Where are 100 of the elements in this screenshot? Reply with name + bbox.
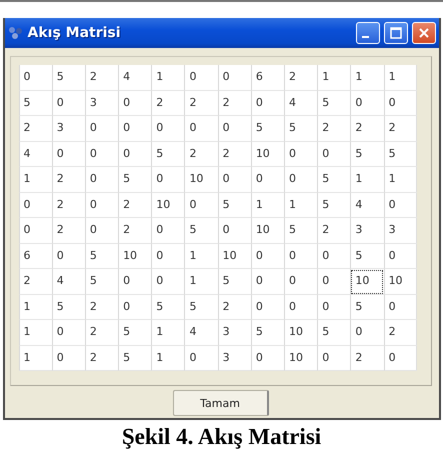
grid-cell[interactable]: 10 (250, 142, 284, 167)
grid-cell[interactable]: 0 (151, 167, 184, 192)
grid-cell[interactable]: 2 (84, 346, 118, 371)
ok-button[interactable]: Tamam (172, 390, 268, 416)
grid-cell[interactable]: 0 (284, 167, 318, 192)
grid-cell[interactable]: 5 (317, 167, 350, 192)
grid-cell[interactable]: 1 (284, 192, 318, 218)
grid-cell[interactable]: 10 (184, 167, 218, 192)
grid-cell[interactable]: 5 (250, 116, 284, 142)
grid-cell[interactable]: 2 (184, 142, 218, 167)
grid-cell[interactable]: 5 (317, 90, 350, 116)
grid-cell[interactable]: 0 (118, 90, 152, 116)
grid-cell[interactable]: 0 (384, 192, 417, 218)
grid-cell[interactable]: 5 (18, 90, 52, 116)
grid-cell[interactable]: 5 (250, 320, 284, 346)
grid-cell[interactable]: 1 (384, 65, 417, 90)
grid-cell[interactable]: 0 (317, 142, 350, 167)
grid-cell[interactable]: 0 (250, 294, 284, 320)
grid-cell[interactable]: 1 (151, 65, 184, 90)
grid-cell[interactable]: 2 (52, 218, 85, 244)
grid-cell[interactable]: 0 (384, 90, 417, 116)
grid-cell[interactable]: 2 (317, 116, 350, 142)
grid-cell[interactable]: 10 (250, 218, 284, 244)
grid-cell[interactable]: 2 (184, 90, 218, 116)
grid-cell[interactable]: 2 (118, 192, 152, 218)
grid-cell[interactable]: 10 (118, 244, 152, 269)
grid-cell[interactable]: 5 (218, 269, 251, 294)
grid-cell[interactable]: 0 (84, 218, 118, 244)
grid-cell[interactable]: 2 (52, 192, 85, 218)
grid-cell[interactable]: 1 (184, 244, 218, 269)
grid-cell[interactable]: 4 (184, 320, 218, 346)
grid-cell[interactable]: 5 (350, 244, 384, 269)
grid-cell[interactable]: 10 (350, 269, 384, 294)
grid-cell[interactable]: 5 (52, 294, 85, 320)
grid-cell[interactable]: 0 (218, 167, 251, 192)
grid-cell[interactable]: 0 (84, 142, 118, 167)
grid-cell[interactable]: 0 (250, 346, 284, 371)
grid-cell[interactable]: 2 (317, 218, 350, 244)
grid-cell[interactable]: 3 (218, 320, 251, 346)
grid-cell[interactable]: 1 (18, 294, 52, 320)
grid-cell[interactable]: 0 (184, 65, 218, 90)
grid-cell[interactable]: 0 (84, 167, 118, 192)
grid-cell[interactable]: 0 (384, 294, 417, 320)
grid-cell[interactable]: 2 (118, 218, 152, 244)
grid-cell[interactable]: 5 (350, 294, 384, 320)
grid-cell[interactable]: 3 (350, 218, 384, 244)
grid-cell[interactable]: 10 (218, 244, 251, 269)
grid-cell[interactable]: 1 (184, 269, 218, 294)
grid-cell[interactable]: 1 (18, 346, 52, 371)
grid-cell[interactable]: 5 (84, 244, 118, 269)
grid-cell[interactable]: 0 (218, 116, 251, 142)
grid-cell[interactable]: 2 (18, 116, 52, 142)
grid-cell[interactable]: 5 (151, 142, 184, 167)
grid-cell[interactable]: 0 (184, 192, 218, 218)
grid-cell[interactable]: 2 (350, 346, 384, 371)
grid-cell[interactable]: 0 (317, 244, 350, 269)
grid-cell[interactable]: 0 (250, 244, 284, 269)
grid-cell[interactable]: 2 (52, 167, 85, 192)
grid-cell[interactable]: 2 (284, 65, 318, 90)
grid-cell[interactable]: 0 (52, 346, 85, 371)
grid-cell[interactable]: 0 (218, 218, 251, 244)
grid-cell[interactable]: 6 (250, 65, 284, 90)
grid-cell[interactable]: 0 (317, 346, 350, 371)
grid-cell[interactable]: 0 (151, 116, 184, 142)
grid-cell[interactable]: 0 (151, 218, 184, 244)
grid-cell[interactable]: 2 (384, 320, 417, 346)
minimize-button[interactable] (356, 22, 380, 44)
grid-cell[interactable]: 0 (284, 294, 318, 320)
grid-cell[interactable]: 0 (284, 244, 318, 269)
grid-cell[interactable]: 1 (250, 192, 284, 218)
grid-cell[interactable]: 0 (317, 269, 350, 294)
grid-cell[interactable]: 2 (218, 90, 251, 116)
grid-cell[interactable]: 5 (317, 320, 350, 346)
grid-cell[interactable]: 2 (218, 142, 251, 167)
grid-cell[interactable]: 1 (317, 65, 350, 90)
grid-cell[interactable]: 1 (151, 346, 184, 371)
grid-cell[interactable]: 0 (18, 192, 52, 218)
grid-cell[interactable]: 0 (350, 90, 384, 116)
grid-cell[interactable]: 4 (284, 90, 318, 116)
grid-cell[interactable]: 0 (218, 65, 251, 90)
grid-cell[interactable]: 0 (250, 167, 284, 192)
grid-cell[interactable]: 2 (151, 90, 184, 116)
grid-cell[interactable]: 2 (84, 294, 118, 320)
grid-cell[interactable]: 0 (84, 116, 118, 142)
grid-cell[interactable]: 1 (151, 320, 184, 346)
grid-cell[interactable]: 4 (118, 65, 152, 90)
grid-cell[interactable]: 10 (384, 269, 417, 294)
grid-cell[interactable]: 2 (350, 116, 384, 142)
grid-cell[interactable]: 0 (151, 269, 184, 294)
grid-cell[interactable]: 0 (18, 218, 52, 244)
grid-cell[interactable]: 5 (118, 320, 152, 346)
grid-cell[interactable]: 3 (52, 116, 85, 142)
grid-cell[interactable]: 5 (84, 269, 118, 294)
grid-cell[interactable]: 10 (284, 346, 318, 371)
grid-cell[interactable]: 4 (18, 142, 52, 167)
close-button[interactable] (412, 22, 436, 44)
grid-cell[interactable]: 0 (317, 294, 350, 320)
grid-cell[interactable]: 0 (52, 320, 85, 346)
grid-cell[interactable]: 5 (52, 65, 85, 90)
grid-cell[interactable]: 5 (218, 192, 251, 218)
